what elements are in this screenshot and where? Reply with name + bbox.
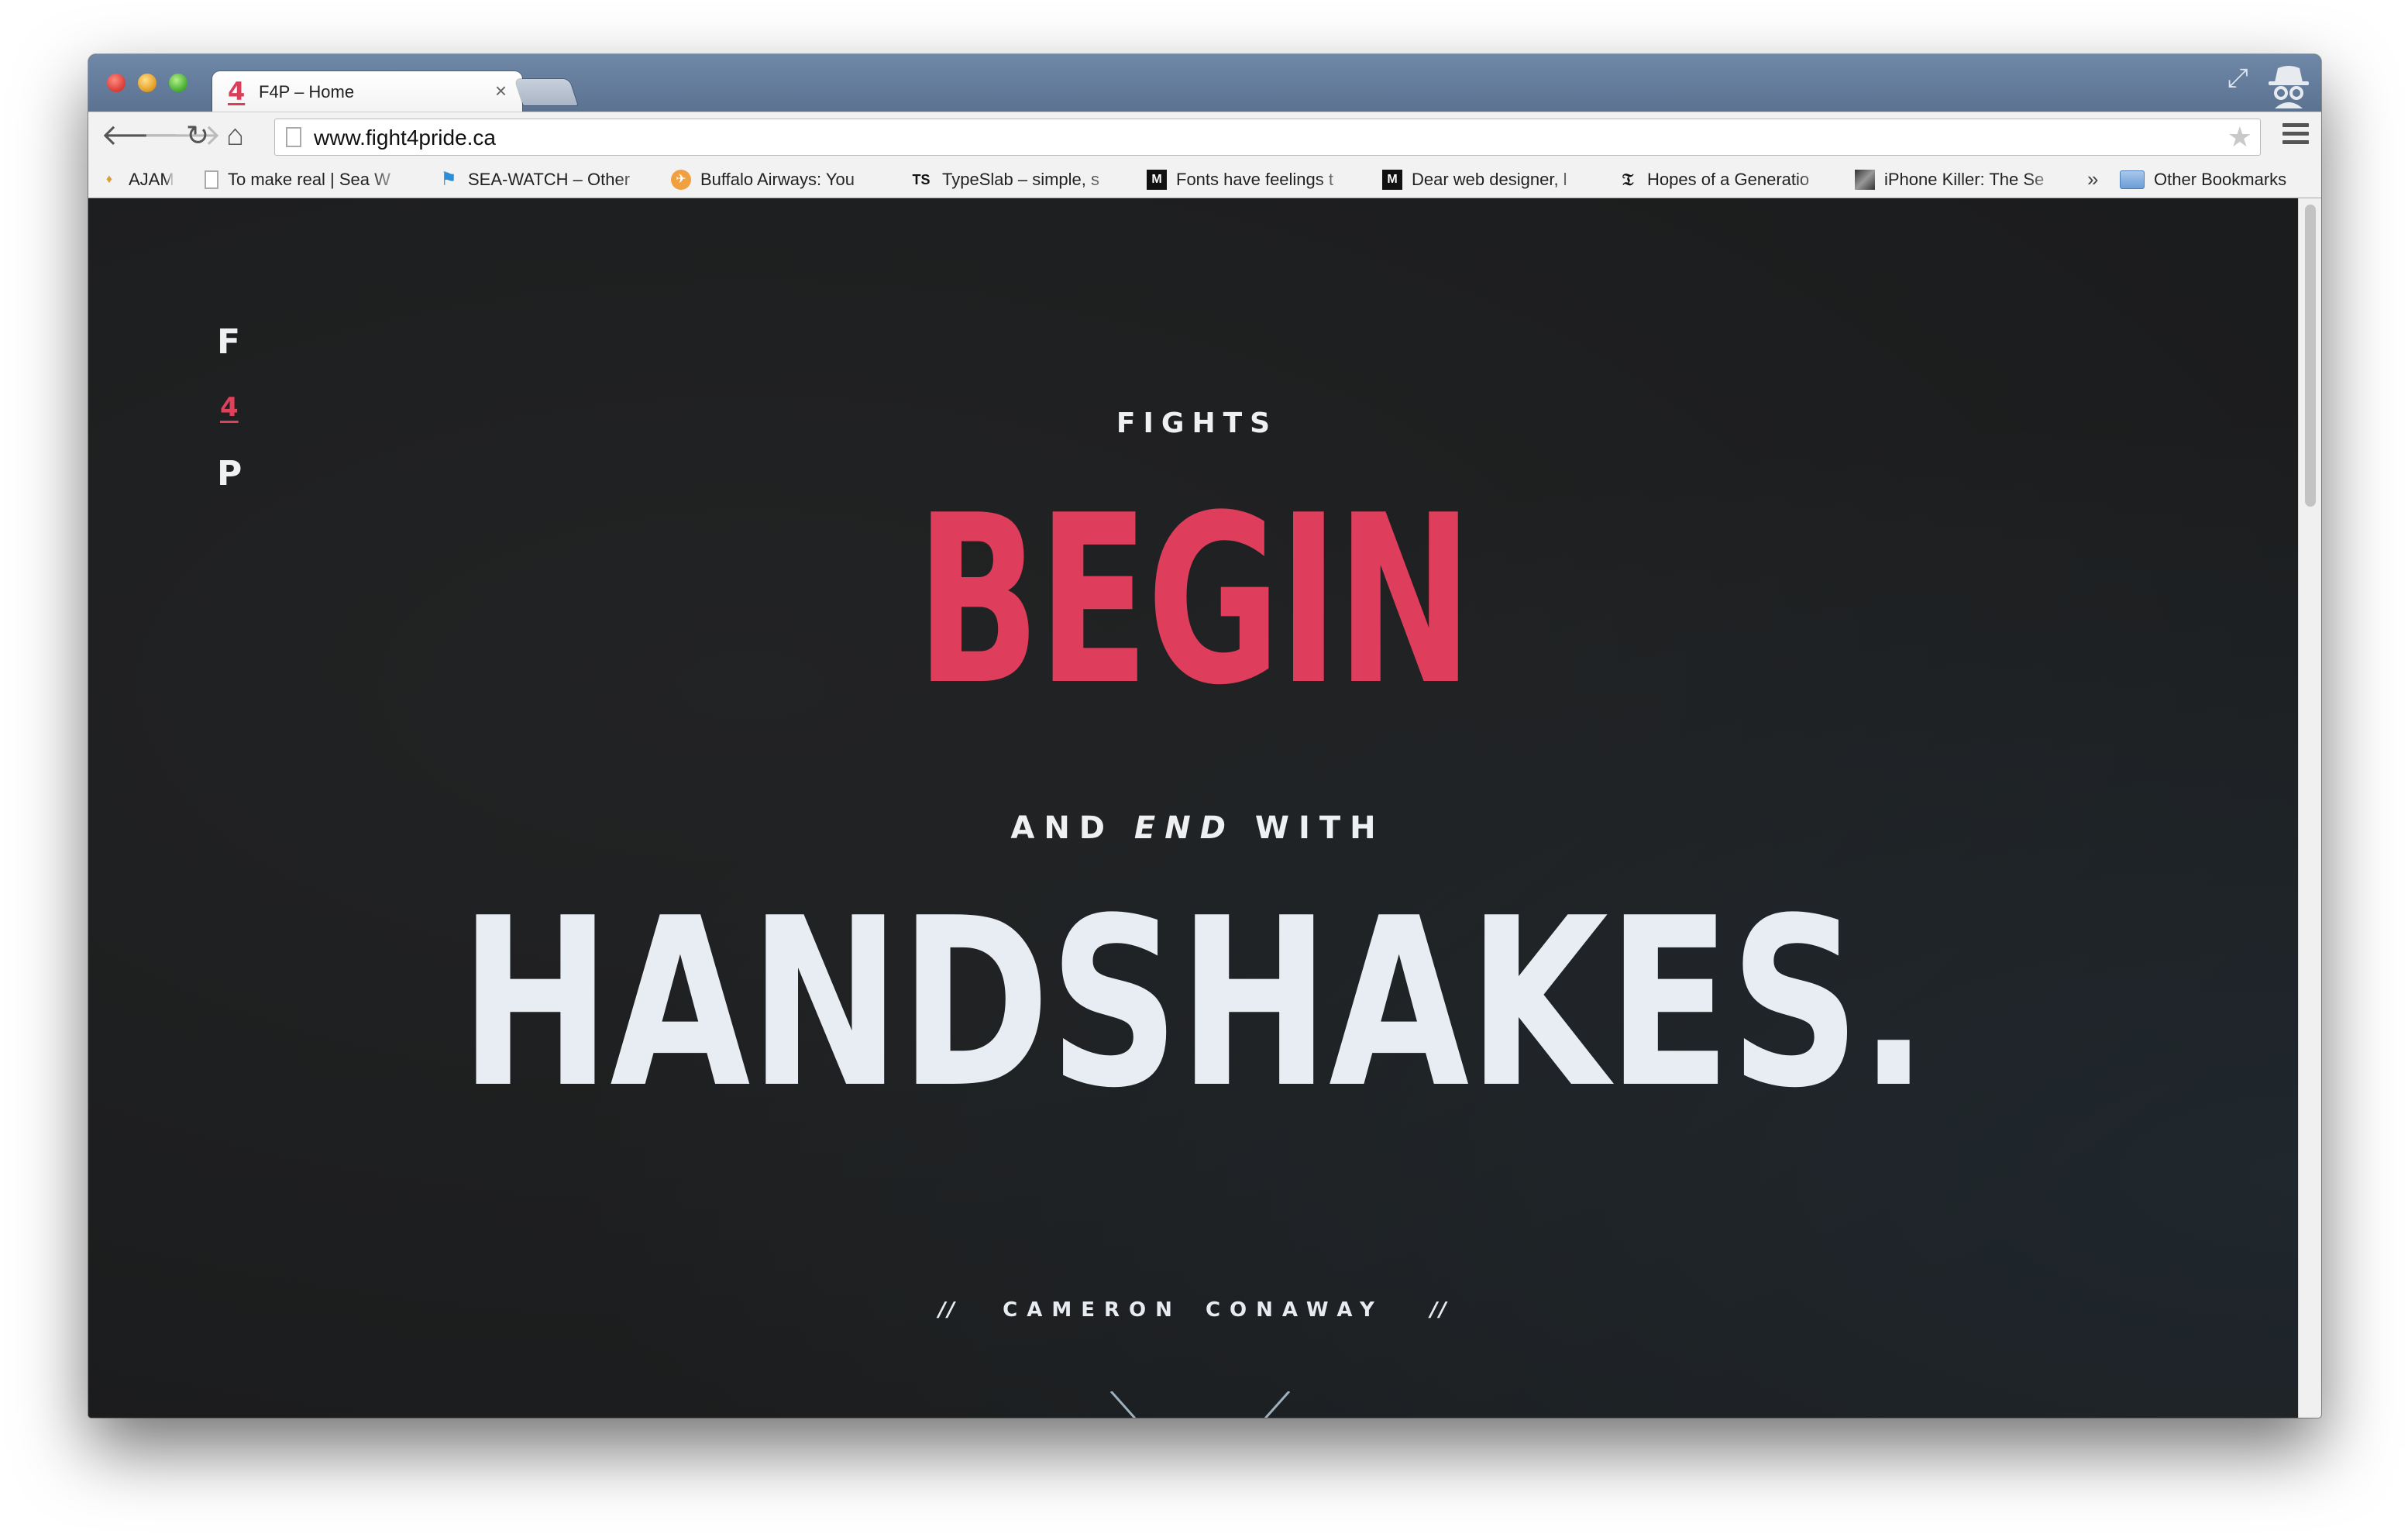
zoom-window-button[interactable] xyxy=(169,74,187,92)
bookmark-star-icon[interactable]: ★ xyxy=(2227,121,2252,153)
tab-close-icon[interactable]: × xyxy=(495,79,507,103)
iphone-killer-icon xyxy=(1855,170,1875,190)
reload-icon[interactable]: ↻ xyxy=(186,119,209,153)
bookmark-item[interactable]: 𝔗 Hopes of a Generatio xyxy=(1618,167,1873,192)
menu-icon[interactable] xyxy=(2282,123,2309,149)
headline-begin: BEGIN xyxy=(916,466,1473,736)
vertical-scrollbar[interactable] xyxy=(2298,198,2321,1418)
headline-handshakes: HANDSHAKES. xyxy=(459,868,1928,1139)
browser-window: 4 F4P – Home × ⤢ 🡐 🡒 ↻ ⌂ www.fight4pride… xyxy=(88,54,2321,1418)
tab-title: F4P – Home xyxy=(259,82,355,101)
middle-emphasis: END xyxy=(1133,810,1235,846)
author-byline: // CAMERON CONAWAY // xyxy=(88,1298,2298,1322)
url-text[interactable]: www.fight4pride.ca xyxy=(314,126,496,150)
fullscreen-icon[interactable]: ⤢ xyxy=(2227,64,2248,94)
f4p-favicon-icon: 4 xyxy=(228,77,246,106)
byline-slashes-right: // xyxy=(1429,1298,1448,1322)
ajam-icon: ♦ xyxy=(105,173,113,186)
address-bar[interactable]: www.fight4pride.ca ★ xyxy=(274,119,2261,156)
bookmark-item[interactable]: M Dear web designer, l xyxy=(1382,167,1630,192)
middle-pre: AND xyxy=(1010,810,1134,846)
scroll-down-chevron-icon[interactable] xyxy=(1096,1391,1297,1418)
middle-post: WITH xyxy=(1234,810,1385,846)
browser-toolbar: 🡐 🡒 ↻ ⌂ www.fight4pride.ca ★ xyxy=(88,112,2321,160)
middle-phrase: AND END WITH xyxy=(88,810,2298,846)
bookmark-item[interactable]: iPhone Killer: The Se xyxy=(1855,167,2079,192)
bookmark-item[interactable]: ⚑ SEA-WATCH – Other xyxy=(439,167,671,192)
page-icon xyxy=(205,170,218,189)
kicker-text: FIGHTS xyxy=(1116,407,1278,439)
nyt-icon: 𝔗 xyxy=(1622,170,1634,190)
author-name: CAMERON CONAWAY xyxy=(1003,1298,1384,1322)
typeslab-icon: TS xyxy=(912,172,931,187)
bookmark-item[interactable]: ♦ AJAM xyxy=(99,167,192,192)
logo-letter-f[interactable]: F xyxy=(217,322,240,362)
buffalo-icon: ✈ xyxy=(671,170,691,190)
home-icon[interactable]: ⌂ xyxy=(226,119,244,153)
byline-slashes-left: // xyxy=(938,1298,957,1322)
sea-watch-icon: ⚑ xyxy=(440,169,457,190)
bookmark-item[interactable]: To make real | Sea W xyxy=(205,167,429,192)
new-tab-button[interactable] xyxy=(514,79,578,105)
minimize-window-button[interactable] xyxy=(138,74,157,92)
forward-arrow-icon[interactable]: 🡒 xyxy=(143,119,222,153)
medium-icon: M xyxy=(1382,170,1402,190)
page-icon xyxy=(286,127,301,147)
scrollbar-thumb[interactable] xyxy=(2305,205,2316,507)
tab-f4p-home[interactable]: 4 F4P – Home × xyxy=(212,71,522,113)
other-bookmarks-button[interactable]: Other Bookmarks xyxy=(2120,167,2286,192)
bookmarks-bar: ♦ AJAM To make real | Sea W ⚑ SEA-WATCH … xyxy=(88,160,2321,198)
folder-icon xyxy=(2120,170,2145,189)
close-window-button[interactable] xyxy=(107,74,126,92)
incognito-icon xyxy=(2269,66,2309,108)
page-content: F 4 P FIGHTS BEGIN AND END WITH HANDSHAK… xyxy=(88,198,2298,1418)
bookmarks-overflow-button[interactable]: » xyxy=(2087,167,2098,191)
tab-strip: 4 F4P – Home × ⤢ xyxy=(88,54,2321,113)
medium-icon: M xyxy=(1147,170,1167,190)
logo-letter-p[interactable]: P xyxy=(217,454,242,493)
